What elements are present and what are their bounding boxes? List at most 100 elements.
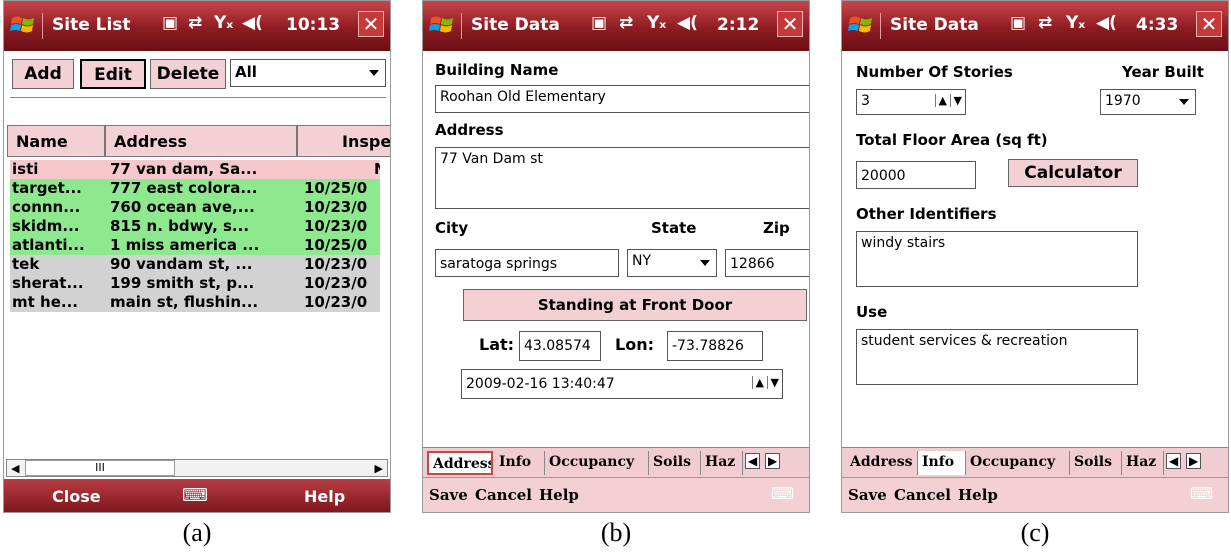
signal-icon[interactable]: Yₓ bbox=[214, 13, 233, 33]
volume-icon[interactable]: ◀( bbox=[677, 13, 698, 33]
city-input[interactable]: saratoga springs bbox=[435, 249, 619, 277]
zip-input[interactable]: 12866 bbox=[725, 249, 809, 277]
use-input[interactable]: student services & recreation bbox=[856, 329, 1138, 385]
tab-occupancy[interactable]: Occupancy bbox=[545, 451, 649, 475]
spin-down-icon[interactable]: ▼ bbox=[949, 94, 962, 107]
connectivity-icon[interactable]: ⇄ bbox=[188, 13, 202, 33]
cell-inspection-date: 10/25/0 bbox=[304, 236, 368, 254]
connectivity-icon[interactable]: ⇄ bbox=[619, 13, 633, 33]
scroll-right-icon[interactable]: ▶ bbox=[375, 462, 383, 475]
table-row[interactable]: sherat... 199 smith st, p... 10/23/0 bbox=[10, 274, 380, 293]
clock[interactable]: 4:33 bbox=[1136, 15, 1178, 35]
year-built-value: 1970 bbox=[1105, 93, 1141, 109]
signal-icon[interactable]: Yₓ bbox=[647, 13, 666, 33]
scrollbar-thumb[interactable]: III bbox=[25, 460, 175, 476]
close-icon[interactable]: ✕ bbox=[1196, 11, 1222, 37]
tab-occupancy[interactable]: Occupancy bbox=[966, 451, 1070, 475]
cell-address: 1 miss america ... bbox=[110, 236, 260, 254]
notification-icon[interactable]: ▣ bbox=[591, 13, 607, 33]
add-button[interactable]: Add bbox=[12, 59, 74, 89]
help-menu[interactable]: Help bbox=[958, 486, 998, 504]
column-header-address[interactable]: Address bbox=[105, 125, 297, 157]
help-menu[interactable]: Help bbox=[539, 486, 579, 504]
caption-c: (c) bbox=[1020, 518, 1050, 547]
calculator-button[interactable]: Calculator bbox=[1008, 159, 1138, 187]
keyboard-icon[interactable]: ⌨ bbox=[182, 485, 208, 506]
lon-input[interactable]: -73.78826 bbox=[667, 331, 763, 361]
horizontal-scrollbar[interactable]: ◀ III ▶ bbox=[6, 459, 388, 477]
tab-scroll-right-icon[interactable]: ▶ bbox=[1186, 453, 1202, 469]
tab-soils[interactable]: Soils bbox=[649, 451, 701, 475]
table-row[interactable]: connn... 760 ocean ave,... 10/23/0 bbox=[10, 198, 380, 217]
clock[interactable]: 2:12 bbox=[717, 15, 759, 35]
clock[interactable]: 10:13 bbox=[286, 15, 340, 35]
lat-input[interactable]: 43.08574 bbox=[519, 331, 601, 361]
tab-scroll-right-icon[interactable]: ▶ bbox=[765, 453, 781, 469]
tab-haz[interactable]: Haz bbox=[1122, 451, 1164, 475]
cell-address: 199 smith st, p... bbox=[110, 274, 255, 292]
volume-icon[interactable]: ◀( bbox=[1096, 13, 1117, 33]
close-icon[interactable]: ✕ bbox=[358, 11, 384, 37]
cell-inspection-date: 10/23/0 bbox=[304, 198, 368, 216]
table-row[interactable]: atlanti... 1 miss america ... 10/25/0 bbox=[10, 236, 380, 255]
keyboard-icon[interactable]: ⌨ bbox=[771, 484, 794, 503]
signal-icon[interactable]: Yₓ bbox=[1066, 13, 1085, 33]
delete-button[interactable]: Delete bbox=[150, 59, 226, 89]
column-header-name[interactable]: Name bbox=[7, 125, 105, 157]
help-softkey[interactable]: Help bbox=[304, 487, 345, 506]
tab-info[interactable]: Info bbox=[495, 451, 545, 475]
volume-icon[interactable]: ◀( bbox=[242, 13, 263, 33]
tab-haz[interactable]: Haz bbox=[701, 451, 743, 475]
window-title: Site List bbox=[52, 15, 131, 35]
windows-start-icon[interactable] bbox=[848, 13, 874, 37]
cancel-menu[interactable]: Cancel bbox=[475, 486, 532, 504]
title-bar: Site Data ▣ ⇄ Yₓ ◀( 2:12 ✕ bbox=[423, 1, 809, 51]
cell-inspection-date: 10/23/0 bbox=[304, 274, 368, 292]
spin-up-icon[interactable]: ▲ bbox=[751, 376, 764, 389]
notification-icon[interactable]: ▣ bbox=[162, 13, 178, 33]
edit-button[interactable]: Edit bbox=[80, 59, 146, 89]
address-input[interactable]: 77 Van Dam st bbox=[435, 147, 809, 209]
standing-at-front-door-button[interactable]: Standing at Front Door bbox=[463, 289, 807, 321]
connectivity-icon[interactable]: ⇄ bbox=[1038, 13, 1052, 33]
tab-scroll-left-icon[interactable]: ◀ bbox=[745, 453, 761, 469]
scroll-left-icon[interactable]: ◀ bbox=[11, 462, 19, 475]
cell-name: isti bbox=[12, 160, 39, 178]
building-name-input[interactable]: Roohan Old Elementary bbox=[435, 85, 809, 113]
column-header-inspection[interactable]: Inspe bbox=[297, 125, 390, 157]
table-row[interactable]: mt he... main st, flushin... 10/23/0 bbox=[10, 293, 380, 312]
save-menu[interactable]: Save bbox=[848, 486, 887, 504]
windows-start-icon[interactable] bbox=[10, 13, 36, 37]
datetime-picker[interactable]: 2009-02-16 13:40:47 ▲ ▼ bbox=[461, 369, 783, 399]
spin-down-icon[interactable]: ▼ bbox=[766, 376, 779, 389]
table-row[interactable]: isti 77 van dam, Sa... N bbox=[10, 160, 380, 179]
windows-start-icon[interactable] bbox=[429, 13, 455, 37]
table-row[interactable]: tek 90 vandam st, ... 10/23/0 bbox=[10, 255, 380, 274]
table-row[interactable]: target... 777 east colora... 10/25/0 bbox=[10, 179, 380, 198]
tab-info[interactable]: Info bbox=[918, 451, 966, 475]
table-row[interactable]: skidm... 815 n. bdwy, s... 10/23/0 bbox=[10, 217, 380, 236]
close-softkey[interactable]: Close bbox=[52, 487, 101, 506]
tab-address[interactable]: Address bbox=[846, 451, 918, 475]
cell-name: mt he... bbox=[12, 293, 78, 311]
stories-stepper[interactable]: 3 ▲ ▼ bbox=[856, 89, 966, 115]
close-icon[interactable]: ✕ bbox=[777, 11, 803, 37]
state-value: NY bbox=[632, 253, 652, 269]
cancel-menu[interactable]: Cancel bbox=[894, 486, 951, 504]
building-name-label: Building Name bbox=[435, 61, 559, 79]
cell-address: 90 vandam st, ... bbox=[110, 255, 253, 273]
notification-icon[interactable]: ▣ bbox=[1010, 13, 1026, 33]
spin-up-icon[interactable]: ▲ bbox=[934, 94, 947, 107]
save-menu[interactable]: Save bbox=[429, 486, 468, 504]
floor-area-input[interactable]: 20000 bbox=[856, 161, 976, 189]
other-identifiers-input[interactable]: windy stairs bbox=[856, 231, 1138, 287]
tab-soils[interactable]: Soils bbox=[1070, 451, 1122, 475]
keyboard-icon[interactable]: ⌨ bbox=[1190, 484, 1213, 503]
cell-name: connn... bbox=[12, 198, 81, 216]
title-bar: Site Data ▣ ⇄ Yₓ ◀( 4:33 ✕ bbox=[842, 1, 1228, 51]
tab-address[interactable]: Address bbox=[427, 451, 493, 475]
tab-scroll-left-icon[interactable]: ◀ bbox=[1166, 453, 1182, 469]
year-built-select[interactable]: 1970 bbox=[1100, 89, 1196, 115]
state-select[interactable]: NY bbox=[627, 249, 717, 277]
filter-select[interactable]: All bbox=[230, 59, 386, 87]
